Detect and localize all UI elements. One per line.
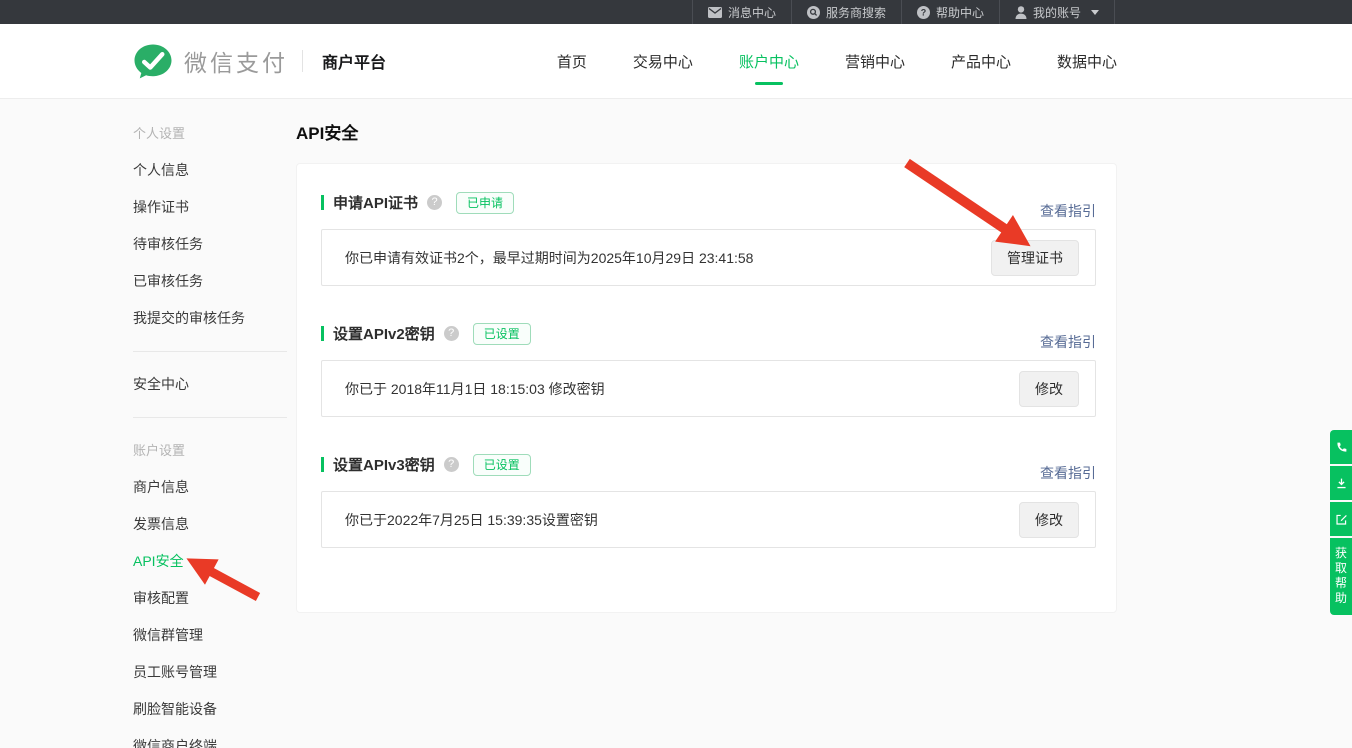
api-security-card: 申请API证书 ? 已申请 查看指引 你已申请有效证书2个，最早过期时间为202… bbox=[296, 163, 1117, 613]
download-icon bbox=[1335, 477, 1348, 490]
header: 微信支付 商户平台 首页 交易中心 账户中心 营销中心 产品中心 数据中心 bbox=[0, 24, 1352, 99]
section-title: 申请API证书 bbox=[333, 192, 418, 213]
content-area: 个人设置 个人信息 操作证书 待审核任务 已审核任务 我提交的审核任务 安全中心… bbox=[0, 99, 1352, 748]
get-help-button[interactable]: 获取帮助 bbox=[1330, 538, 1352, 615]
main-panel: API安全 申请API证书 ? 已申请 查看指引 你已申请有效证书2个，最早过期… bbox=[296, 99, 1352, 748]
sidebar-item-pending-review-tasks[interactable]: 待审核任务 bbox=[133, 226, 296, 263]
question-icon[interactable]: ? bbox=[444, 326, 459, 341]
help-icon: ? bbox=[917, 6, 930, 19]
section-heading: 设置APIv2密钥 ? 已设置 bbox=[321, 323, 1096, 344]
topbar-item-label: 消息中心 bbox=[728, 4, 776, 21]
question-icon[interactable]: ? bbox=[444, 457, 459, 472]
sidebar-group-personal-settings: 个人设置 bbox=[133, 115, 296, 152]
account-icon bbox=[1015, 6, 1027, 19]
phone-contact-button[interactable] bbox=[1330, 430, 1352, 464]
topbar-item-help-center[interactable]: ? 帮助中心 bbox=[901, 0, 999, 24]
message-icon bbox=[708, 7, 722, 18]
modify-apiv3-key-button[interactable]: 修改 bbox=[1019, 502, 1079, 538]
nav-home[interactable]: 首页 bbox=[557, 51, 587, 72]
sidebar-item-operation-cert[interactable]: 操作证书 bbox=[133, 189, 296, 226]
logo-text: 微信支付 bbox=[184, 44, 288, 78]
logo-divider bbox=[302, 50, 303, 72]
nav-transaction-center[interactable]: 交易中心 bbox=[633, 51, 693, 72]
green-bar-icon bbox=[321, 195, 324, 210]
sidebar-item-invoice-info[interactable]: 发票信息 bbox=[133, 506, 296, 543]
nav-data-center[interactable]: 数据中心 bbox=[1057, 51, 1117, 72]
sidebar-item-face-device[interactable]: 刷脸智能设备 bbox=[133, 691, 296, 728]
nav-account-center[interactable]: 账户中心 bbox=[739, 51, 799, 72]
wechat-bubble-icon bbox=[133, 43, 173, 80]
green-bar-icon bbox=[321, 457, 324, 472]
sidebar-item-review-config[interactable]: 审核配置 bbox=[133, 580, 296, 617]
topbar-item-service-provider-search[interactable]: 服务商搜索 bbox=[791, 0, 901, 24]
guide-link[interactable]: 查看指引 bbox=[1040, 463, 1096, 483]
question-icon[interactable]: ? bbox=[427, 195, 442, 210]
sidebar-item-my-submitted-review-tasks[interactable]: 我提交的审核任务 bbox=[133, 300, 296, 337]
apiv3-status-box: 你已于2022年7月25日 15:39:35设置密钥 修改 bbox=[321, 491, 1096, 548]
section-apiv2-key: 设置APIv2密钥 ? 已设置 查看指引 你已于 2018年11月1日 18:1… bbox=[321, 323, 1096, 417]
phone-icon bbox=[1335, 441, 1348, 454]
sidebar-divider bbox=[133, 351, 287, 352]
sidebar-item-merchant-info[interactable]: 商户信息 bbox=[133, 469, 296, 506]
topbar-item-message-center[interactable]: 消息中心 bbox=[692, 0, 791, 24]
sidebar-item-personal-info[interactable]: 个人信息 bbox=[133, 152, 296, 189]
nav-product-center[interactable]: 产品中心 bbox=[951, 51, 1011, 72]
page-title: API安全 bbox=[296, 119, 1352, 144]
feedback-icon bbox=[1335, 513, 1348, 526]
sidebar-item-security-center[interactable]: 安全中心 bbox=[133, 366, 296, 403]
nav-marketing-center[interactable]: 营销中心 bbox=[845, 51, 905, 72]
status-badge: 已设置 bbox=[473, 323, 531, 345]
sidebar-divider bbox=[133, 417, 287, 418]
manage-cert-button[interactable]: 管理证书 bbox=[991, 240, 1079, 276]
apiv2-status-box: 你已于 2018年11月1日 18:15:03 修改密钥 修改 bbox=[321, 360, 1096, 417]
topbar-item-my-account[interactable]: 我的账号 bbox=[999, 0, 1115, 24]
sidebar-group-account-settings: 账户设置 bbox=[133, 432, 296, 469]
sidebar-item-wechat-group-mgmt[interactable]: 微信群管理 bbox=[133, 617, 296, 654]
cert-status-text: 你已申请有效证书2个，最早过期时间为2025年10月29日 23:41:58 bbox=[345, 248, 753, 268]
section-heading: 申请API证书 ? 已申请 bbox=[321, 192, 1096, 213]
search-icon bbox=[807, 6, 820, 19]
section-heading: 设置APIv3密钥 ? 已设置 bbox=[321, 454, 1096, 475]
status-badge: 已申请 bbox=[456, 192, 514, 214]
modify-apiv2-key-button[interactable]: 修改 bbox=[1019, 371, 1079, 407]
download-button[interactable] bbox=[1330, 466, 1352, 500]
apiv2-status-text: 你已于 2018年11月1日 18:15:03 修改密钥 bbox=[345, 379, 605, 399]
topbar-item-label: 服务商搜索 bbox=[826, 4, 886, 21]
sidebar-item-api-security[interactable]: API安全 bbox=[133, 543, 296, 580]
green-bar-icon bbox=[321, 326, 324, 341]
section-title: 设置APIv3密钥 bbox=[333, 454, 435, 475]
guide-link[interactable]: 查看指引 bbox=[1040, 332, 1096, 352]
feedback-button[interactable] bbox=[1330, 502, 1352, 536]
sidebar-item-wechat-merchant-terminal[interactable]: 微信商户终端 bbox=[133, 728, 296, 748]
section-apiv3-key: 设置APIv3密钥 ? 已设置 查看指引 你已于2022年7月25日 15:39… bbox=[321, 454, 1096, 548]
portal-name: 商户平台 bbox=[322, 49, 386, 73]
guide-link[interactable]: 查看指引 bbox=[1040, 201, 1096, 221]
sidebar-item-staff-account-mgmt[interactable]: 员工账号管理 bbox=[133, 654, 296, 691]
caret-down-icon bbox=[1091, 10, 1099, 15]
status-badge: 已设置 bbox=[473, 454, 531, 476]
floating-help-panel: 获取帮助 bbox=[1330, 430, 1352, 615]
section-apply-api-cert: 申请API证书 ? 已申请 查看指引 你已申请有效证书2个，最早过期时间为202… bbox=[321, 192, 1096, 286]
sidebar-item-reviewed-tasks[interactable]: 已审核任务 bbox=[133, 263, 296, 300]
wechat-pay-logo[interactable]: 微信支付 商户平台 bbox=[133, 43, 386, 80]
topbar-item-label: 我的账号 bbox=[1033, 4, 1081, 21]
topbar: 消息中心 服务商搜索 ? 帮助中心 我的账号 bbox=[0, 0, 1352, 24]
primary-nav: 首页 交易中心 账户中心 营销中心 产品中心 数据中心 bbox=[557, 24, 1117, 99]
sidebar: 个人设置 个人信息 操作证书 待审核任务 已审核任务 我提交的审核任务 安全中心… bbox=[0, 99, 296, 748]
get-help-label: 获取帮助 bbox=[1335, 546, 1348, 606]
apiv3-status-text: 你已于2022年7月25日 15:39:35设置密钥 bbox=[345, 510, 598, 530]
cert-status-box: 你已申请有效证书2个，最早过期时间为2025年10月29日 23:41:58 管… bbox=[321, 229, 1096, 286]
section-title: 设置APIv2密钥 bbox=[333, 323, 435, 344]
svg-text:?: ? bbox=[921, 7, 927, 17]
topbar-item-label: 帮助中心 bbox=[936, 4, 984, 21]
